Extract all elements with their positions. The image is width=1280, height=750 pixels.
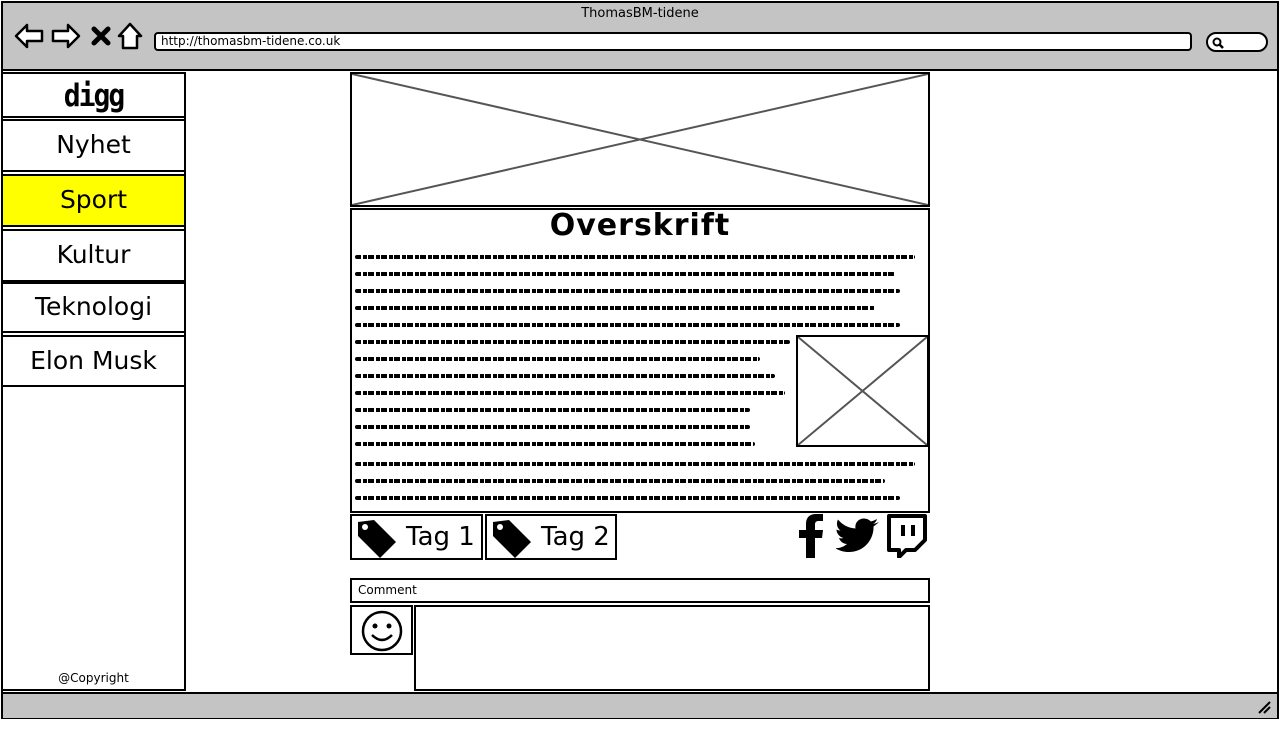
text-line	[355, 462, 915, 466]
twitch-icon[interactable]	[884, 514, 928, 559]
text-line	[355, 357, 760, 361]
tag-icon	[493, 520, 531, 558]
home-icon[interactable]	[116, 22, 146, 50]
facebook-icon[interactable]	[796, 514, 826, 558]
twitter-icon[interactable]	[835, 516, 880, 556]
url-bar[interactable]: http://thomasbm-tidene.co.uk	[154, 32, 1192, 51]
browser-search-box[interactable]	[1206, 32, 1268, 52]
sidebar-item-sport[interactable]: Sport	[1, 174, 186, 227]
text-line	[355, 479, 885, 483]
close-icon[interactable]	[90, 22, 112, 50]
sidebar-item-nyhet[interactable]: Nyhet	[1, 119, 186, 172]
sidebar-item-kultur[interactable]: Kultur	[1, 229, 186, 282]
back-icon[interactable]	[14, 22, 44, 50]
text-line	[355, 323, 900, 327]
text-line	[355, 255, 915, 259]
text-line	[355, 496, 900, 500]
resize-grip-icon	[1258, 701, 1271, 714]
window-title: ThomasBM-tidene	[581, 6, 699, 21]
logo-box[interactable]: digg	[1, 72, 186, 118]
text-line	[355, 289, 900, 293]
smiley-icon	[361, 610, 403, 652]
avatar	[350, 605, 413, 655]
digg-logo: digg	[63, 77, 125, 114]
text-line	[355, 374, 775, 378]
tag-2[interactable]: Tag 2	[485, 514, 617, 560]
forward-icon[interactable]	[51, 22, 81, 50]
text-line	[355, 408, 750, 412]
tag-label: Tag 2	[541, 522, 610, 552]
text-line	[355, 340, 790, 344]
tag-icon	[358, 520, 396, 558]
sidebar-item-elon-musk[interactable]: Elon Musk	[1, 335, 186, 387]
search-icon	[1212, 37, 1224, 49]
text-line	[355, 425, 750, 429]
sidebar-item-teknologi[interactable]: Teknologi	[1, 282, 186, 333]
tag-label: Tag 1	[406, 522, 475, 552]
text-line	[355, 306, 875, 310]
tag-1[interactable]: Tag 1	[350, 514, 483, 560]
comment-label: Comment	[350, 578, 930, 603]
article-headline: Overskrift	[549, 208, 731, 243]
text-line	[355, 442, 755, 446]
copyright-text: @Copyright	[58, 671, 129, 685]
text-line	[355, 272, 895, 276]
status-bar	[3, 692, 1277, 718]
article-image-placeholder	[796, 335, 929, 447]
text-line	[355, 391, 785, 395]
comment-input[interactable]	[414, 605, 930, 691]
hero-image-placeholder	[350, 72, 930, 207]
